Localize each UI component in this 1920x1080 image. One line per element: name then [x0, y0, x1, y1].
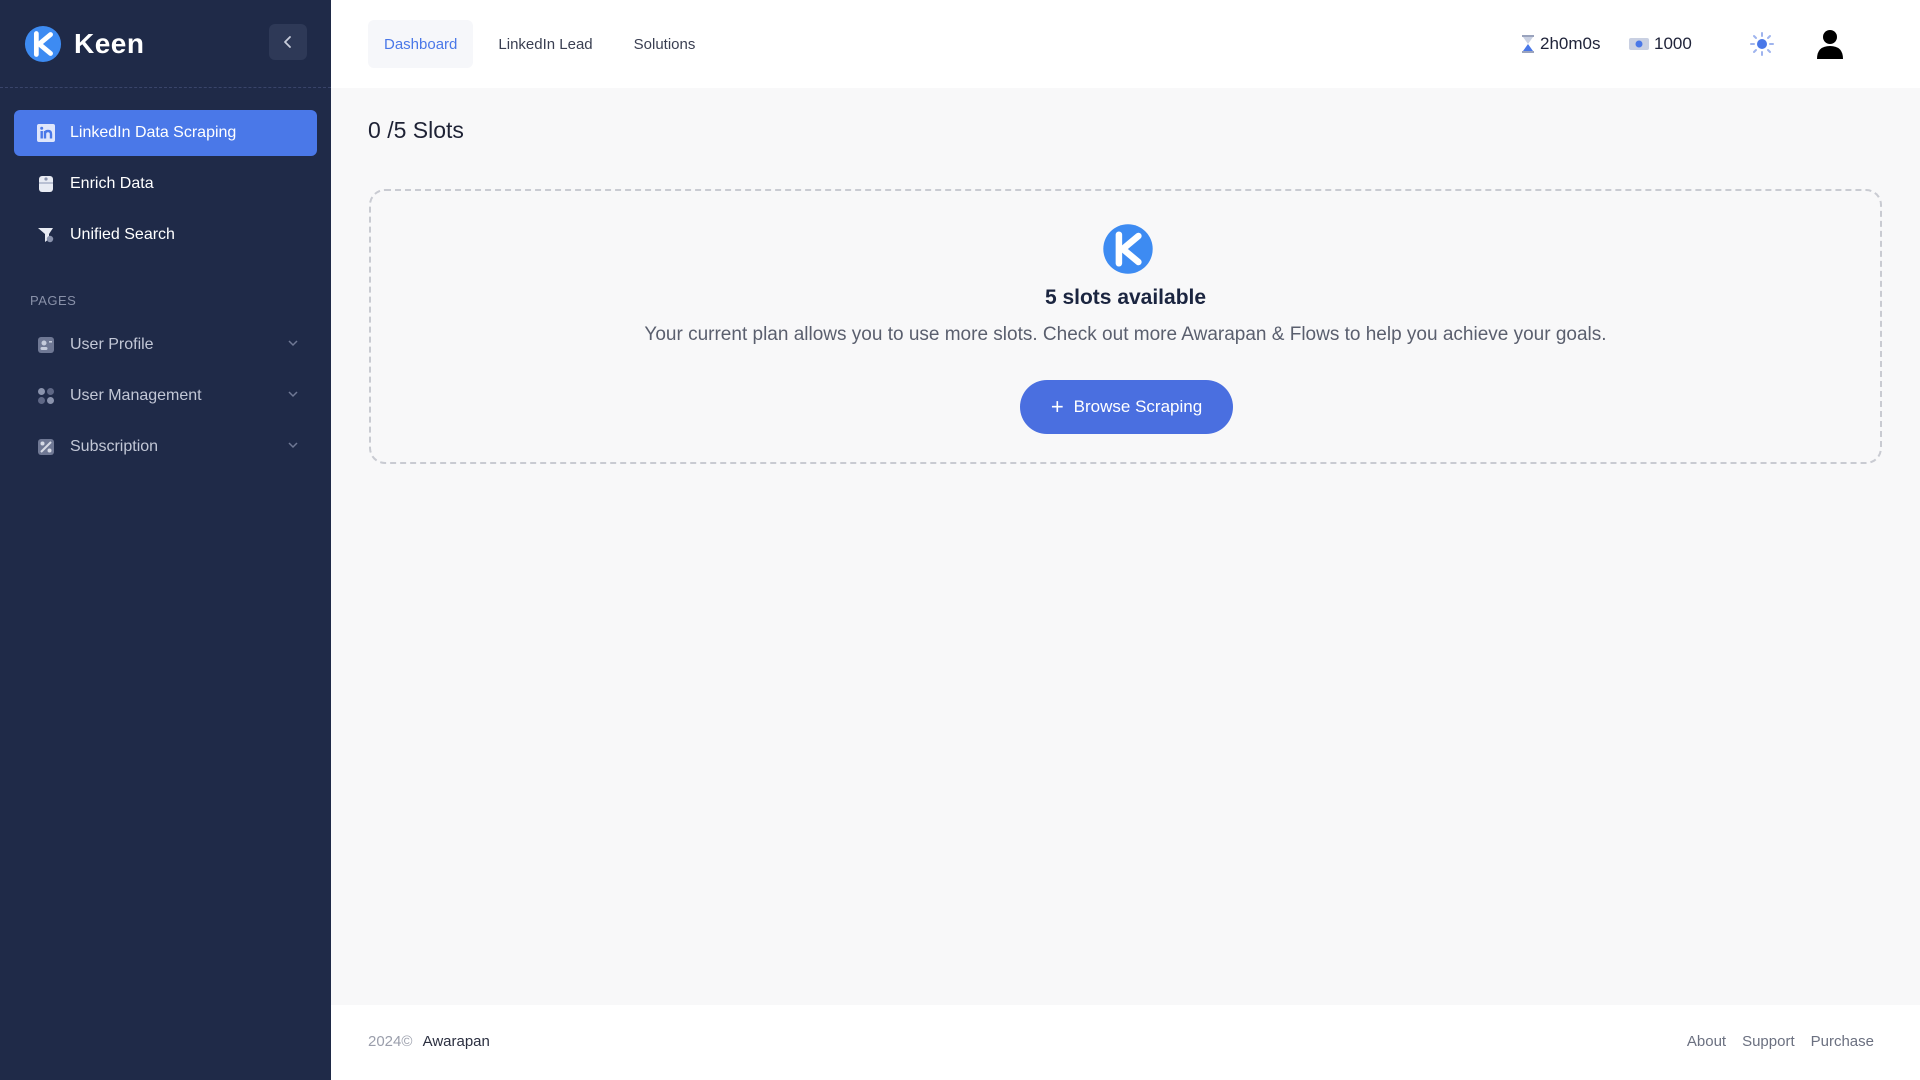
sidebar-item-unified-search[interactable]: Unified Search: [14, 212, 317, 258]
chevron-down-icon: [288, 391, 298, 398]
linkedin-icon: [36, 123, 56, 143]
slots-counter: 0 /5 Slots: [368, 117, 464, 144]
top-header: Dashboard LinkedIn Lead Solutions 2h0m0s…: [331, 0, 1920, 88]
tab-linkedin-lead[interactable]: LinkedIn Lead: [482, 20, 608, 68]
theme-toggle-button[interactable]: [1744, 26, 1780, 62]
header-tabs: Dashboard LinkedIn Lead Solutions: [368, 20, 720, 68]
timer-status: 2h0m0s: [1520, 24, 1600, 64]
timer-value: 2h0m0s: [1540, 34, 1601, 53]
keen-logo-icon: [24, 25, 62, 62]
app-name: Keen: [74, 27, 145, 59]
slots-available-panel: 5 slots available Your current plan allo…: [369, 189, 1882, 464]
sidebar-item-linkedin-data-scraping[interactable]: LinkedIn Data Scraping: [14, 110, 317, 156]
plus-icon: +: [1050, 394, 1064, 419]
browse-scraping-label: Browse Scraping: [1073, 397, 1203, 416]
slots-description: Your current plan allows you to use more…: [644, 324, 1607, 345]
footer-brand-link[interactable]: Awarapan: [423, 1033, 490, 1050]
browse-scraping-button[interactable]: + Browse Scraping: [1020, 380, 1233, 434]
database-icon: [36, 174, 56, 194]
sidebar-item-enrich-data[interactable]: Enrich Data: [14, 161, 317, 207]
tab-solutions[interactable]: Solutions: [618, 20, 712, 68]
slots-heading: 5 slots available: [1044, 286, 1207, 309]
sidebar-item-user-management[interactable]: User Management: [14, 373, 317, 419]
users-icon: [36, 386, 56, 406]
section-label-pages: PAGES: [30, 293, 77, 308]
sidebar-item-label: LinkedIn Data Scraping: [70, 124, 237, 141]
sidebar: Keen LinkedIn Data Scraping Enrich Data …: [0, 0, 331, 1080]
profile-icon: [36, 335, 56, 355]
credits-status: 1000: [1628, 24, 1692, 64]
footer-copyright: 2024© Awarapan: [368, 1033, 490, 1050]
tab-dashboard[interactable]: Dashboard: [368, 20, 474, 68]
footer-link-support[interactable]: Support: [1742, 1033, 1795, 1050]
sidebar-collapse-button[interactable]: [269, 24, 307, 60]
sidebar-item-label: User Profile: [70, 336, 154, 353]
user-icon: [1817, 30, 1843, 59]
chevron-down-icon: [288, 340, 298, 347]
sidebar-item-label: Unified Search: [70, 226, 175, 243]
footer-year: 2024©: [368, 1033, 413, 1050]
sidebar-item-subscription[interactable]: Subscription: [14, 424, 317, 470]
chevron-down-icon: [288, 442, 298, 449]
hourglass-icon: [1520, 34, 1536, 54]
sidebar-item-label: User Management: [70, 387, 202, 404]
chevron-left-icon: [284, 36, 291, 48]
slots-total: /5 Slots: [387, 117, 464, 143]
sidebar-item-user-profile[interactable]: User Profile: [14, 322, 317, 368]
slots-used: 0: [368, 117, 381, 143]
sidebar-item-label: Subscription: [70, 438, 159, 455]
sun-icon: [1750, 32, 1774, 56]
sidebar-menu: LinkedIn Data Scraping Enrich Data Unifi…: [0, 88, 331, 470]
user-menu-button[interactable]: [1810, 24, 1850, 64]
footer-links: About Support Purchase: [1671, 1033, 1874, 1050]
search-icon: [36, 225, 56, 245]
credits-value: 1000: [1654, 34, 1692, 53]
footer-link-purchase[interactable]: Purchase: [1811, 1033, 1874, 1050]
credits-icon: [1628, 36, 1650, 52]
sidebar-item-label: Enrich Data: [70, 175, 154, 192]
footer-link-about[interactable]: About: [1687, 1033, 1726, 1050]
keen-logo-icon: [1103, 224, 1153, 274]
subscription-icon: [36, 437, 56, 457]
header-actions: 2h0m0s 1000: [1520, 24, 1920, 64]
footer: 2024© Awarapan About Support Purchase: [331, 1005, 1920, 1080]
